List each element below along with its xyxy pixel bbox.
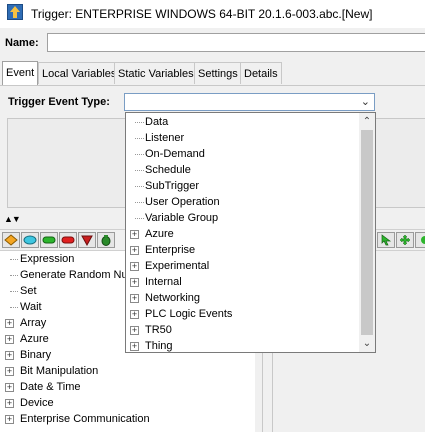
scrollbar-thumb[interactable] <box>361 130 373 335</box>
dropdown-scrollbar[interactable]: ⌃ ⌄ <box>359 113 375 352</box>
tab-settings[interactable]: Settings <box>194 62 242 84</box>
expand-icon[interactable]: + <box>5 383 14 392</box>
green-move-icon[interactable] <box>396 232 414 248</box>
expand-icon[interactable]: + <box>5 319 14 328</box>
green-pointer-icon[interactable] <box>377 232 395 248</box>
scroll-down-icon[interactable]: ⌄ <box>359 336 375 351</box>
tab-details[interactable]: Details <box>240 62 282 84</box>
expand-icon[interactable]: + <box>5 335 14 344</box>
expand-icon[interactable]: + <box>130 326 139 335</box>
trigger-event-type-dropdown: Data Listener On-Demand Schedule SubTrig… <box>125 112 376 353</box>
trigger-app-icon <box>7 4 23 20</box>
title-bar: Trigger: ENTERPRISE WINDOWS 64-BIT 20.1.… <box>0 0 425 28</box>
trigger-event-type-label: Trigger Event Type: <box>8 96 110 108</box>
expand-icon[interactable]: + <box>5 367 14 376</box>
expand-icon[interactable]: + <box>5 351 14 360</box>
window-title: Trigger: ENTERPRISE WINDOWS 64-BIT 20.1.… <box>31 7 373 21</box>
green-circle-icon[interactable] <box>415 232 425 248</box>
red-rounded-rect-icon[interactable] <box>59 232 77 248</box>
chevron-down-icon[interactable]: ⌄ <box>361 95 370 108</box>
orange-diamond-icon[interactable] <box>2 232 20 248</box>
green-bag-icon[interactable] <box>97 232 115 248</box>
expand-icon[interactable]: + <box>130 294 139 303</box>
expand-icon[interactable]: + <box>5 399 14 408</box>
tab-event[interactable]: Event <box>2 61 39 85</box>
tab-strip: Event Local Variables Static Variables S… <box>0 61 425 85</box>
expand-icon[interactable]: + <box>130 230 139 239</box>
expand-icon[interactable]: + <box>130 342 139 351</box>
expand-icon[interactable]: + <box>5 415 14 424</box>
expand-icon[interactable]: + <box>130 310 139 319</box>
tab-local-variables[interactable]: Local Variables <box>38 62 121 84</box>
cyan-ellipse-icon[interactable] <box>21 232 39 248</box>
expand-icon[interactable]: + <box>130 246 139 255</box>
scroll-up-icon[interactable]: ⌃ <box>359 114 375 129</box>
expand-icon[interactable]: + <box>130 278 139 287</box>
green-rounded-rect-icon[interactable] <box>40 232 58 248</box>
expand-icon[interactable]: + <box>130 262 139 271</box>
name-input[interactable] <box>47 33 425 52</box>
red-triangle-down-icon[interactable] <box>78 232 96 248</box>
tab-static-variables[interactable]: Static Variables <box>114 62 198 84</box>
trigger-event-type-select[interactable]: ⌄ <box>124 93 375 111</box>
sort-arrows-icon[interactable]: ▲▼ <box>4 214 21 224</box>
name-label: Name: <box>5 37 39 49</box>
tab-divider <box>0 85 425 86</box>
